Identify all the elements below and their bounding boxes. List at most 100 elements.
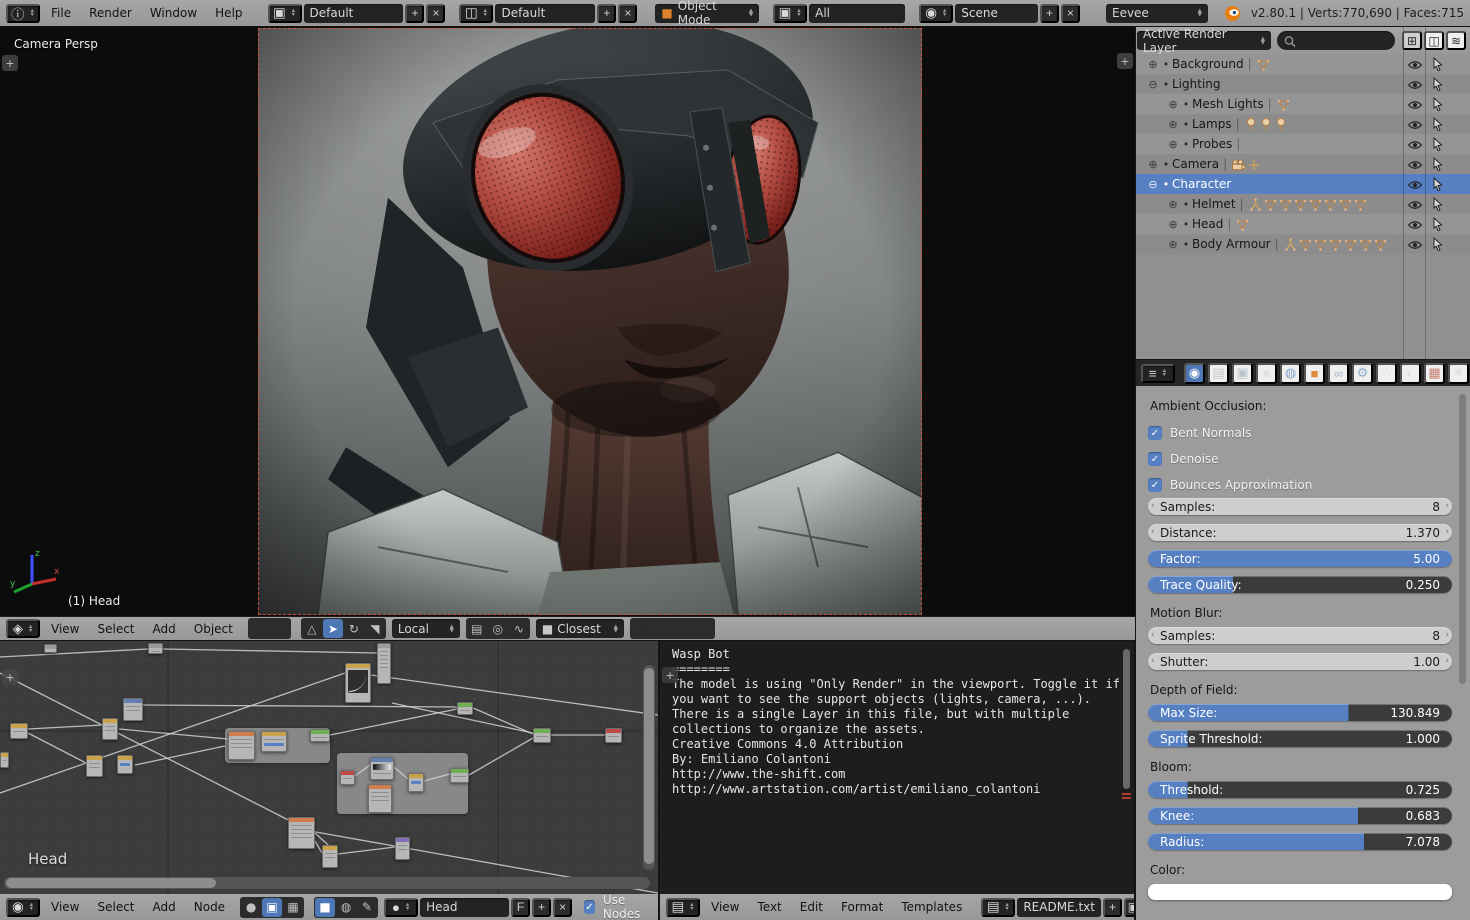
- layout-name-field[interactable]: Default: [495, 4, 595, 23]
- menu-object[interactable]: Object: [185, 620, 242, 638]
- properties-tab-output[interactable]: ▤: [1208, 363, 1229, 384]
- slider-factor[interactable]: Factor:5.00: [1148, 550, 1452, 567]
- menu-render[interactable]: Render: [80, 4, 141, 22]
- shader-node-yellow[interactable]: [261, 731, 287, 752]
- expand-toggle-icon[interactable]: ⊖: [1146, 178, 1160, 191]
- text-editor[interactable]: Wasp Bot========The model is using "Only…: [660, 641, 1134, 894]
- viewport-3d[interactable]: Camera Persp (1) Head z x y + +: [0, 27, 1135, 616]
- proportional-edit-icon[interactable]: ◎: [488, 619, 508, 638]
- increment-arrow[interactable]: ›: [1445, 656, 1449, 666]
- menu-file[interactable]: File: [42, 4, 80, 22]
- shader-node-yellow[interactable]: [10, 723, 28, 739]
- menu-add[interactable]: Add: [144, 898, 185, 916]
- text-content[interactable]: Wasp Bot========The model is using "Only…: [672, 647, 1118, 797]
- menu-select[interactable]: Select: [88, 620, 143, 638]
- checkbox[interactable]: ✓: [1148, 478, 1162, 492]
- shader-node-yellow[interactable]: [117, 755, 133, 774]
- toolbar-expand-button[interactable]: +: [2, 55, 18, 71]
- collection-label[interactable]: Background: [1172, 57, 1244, 71]
- outliner-search-field[interactable]: [1277, 31, 1395, 50]
- manipulator-axes-icon[interactable]: △: [302, 619, 322, 638]
- material-ball-icon[interactable]: ●: [241, 898, 261, 917]
- shader-node-gray[interactable]: [377, 643, 391, 684]
- image-data-icon[interactable]: ▣: [262, 898, 282, 917]
- snap-target-dropdown[interactable]: ■ Closest ▲▼: [536, 619, 624, 638]
- workspace-add-button[interactable]: +: [405, 4, 424, 23]
- properties-scrollbar[interactable]: [1459, 394, 1466, 684]
- slider-trace-quality[interactable]: Trace Quality:0.250: [1148, 576, 1452, 593]
- text-line[interactable]: you want to see the support objects (lig…: [672, 692, 1118, 707]
- slider-distance[interactable]: ‹›Distance:1.370: [1148, 524, 1452, 541]
- node-vscrollbar[interactable]: [643, 665, 655, 870]
- material-selector-button[interactable]: ●▲▼: [384, 898, 418, 917]
- menu-view[interactable]: View: [42, 898, 88, 916]
- collection-label[interactable]: Camera: [1172, 157, 1219, 171]
- scene-delete-button[interactable]: ×: [1061, 4, 1080, 23]
- menu-format[interactable]: Format: [832, 898, 892, 916]
- text-editor-selector[interactable]: ▤▲▼: [666, 898, 700, 917]
- scene-icon-button[interactable]: ◉▲▼: [919, 4, 953, 23]
- layout-delete-button[interactable]: ×: [618, 4, 637, 23]
- filter-exclude-button[interactable]: ≋: [1446, 31, 1466, 50]
- menu-view[interactable]: View: [42, 620, 88, 638]
- properties-tab-physics[interactable]: ◐: [1400, 363, 1421, 384]
- slider-samples[interactable]: ‹›Samples:8: [1148, 627, 1452, 644]
- properties-tab-constraints[interactable]: ∞: [1328, 363, 1349, 384]
- expand-toggle-icon[interactable]: ⊕: [1166, 98, 1180, 111]
- material-name-field[interactable]: Head: [420, 898, 509, 917]
- checkbox-row-bent-normals[interactable]: ✓Bent Normals: [1148, 420, 1452, 446]
- text-open-button[interactable]: ▣: [1124, 898, 1134, 917]
- shader-node-green[interactable]: [457, 702, 473, 715]
- properties-tab-world[interactable]: ◍: [1280, 363, 1301, 384]
- shader-node-red[interactable]: [340, 770, 355, 785]
- menu-text[interactable]: Text: [748, 898, 790, 916]
- slider-sprite-threshold[interactable]: Sprite Threshold:1.000: [1148, 730, 1452, 747]
- pivot-point-icon[interactable]: ◉: [249, 619, 269, 638]
- properties-tab-texture[interactable]: ▦: [1424, 363, 1445, 384]
- shader-node-green[interactable]: [533, 728, 551, 743]
- menu-add[interactable]: Add: [144, 620, 185, 638]
- increment-arrow[interactable]: ›: [1445, 527, 1449, 537]
- checkbox-row-denoise[interactable]: ✓Denoise: [1148, 446, 1452, 472]
- collection-label[interactable]: Body Armour: [1192, 237, 1271, 251]
- properties-tab-particles[interactable]: ∴: [1376, 363, 1397, 384]
- paint-brush-icon[interactable]: ✎: [631, 619, 651, 638]
- expand-toggle-icon[interactable]: ⊖: [1146, 78, 1160, 91]
- properties-tab-object[interactable]: ■: [1304, 363, 1325, 384]
- bloom-color-swatch[interactable]: [1148, 884, 1452, 900]
- text-filename-field[interactable]: README.txt: [1017, 898, 1101, 917]
- increment-arrow[interactable]: ›: [1445, 501, 1449, 511]
- use-nodes-checkbox[interactable]: ✓: [584, 900, 595, 914]
- shader-node-orange[interactable]: [288, 817, 315, 849]
- shader-node-yellow[interactable]: [345, 663, 371, 703]
- node-editor-selector[interactable]: ◉▲▼: [6, 898, 40, 917]
- menu-view[interactable]: View: [702, 898, 748, 916]
- expand-toggle-icon[interactable]: ⊕: [1166, 218, 1180, 231]
- transform-gizmo-icon[interactable]: ↔: [270, 619, 290, 638]
- checkbox[interactable]: ✓: [1148, 452, 1162, 466]
- collection-label[interactable]: Probes: [1192, 137, 1232, 151]
- viewport-editor-selector[interactable]: ◈▲▼: [6, 619, 40, 638]
- node-vscrollbar-handle[interactable]: [644, 668, 654, 864]
- text-line[interactable]: The model is using "Only Render" in the …: [672, 677, 1118, 692]
- node-hscrollbar-handle[interactable]: [6, 878, 216, 888]
- scene-name-field[interactable]: Scene: [955, 4, 1038, 23]
- expand-toggle-icon[interactable]: ⊕: [1166, 198, 1180, 211]
- shader-node-yellow[interactable]: [86, 755, 103, 777]
- properties-editor-selector[interactable]: ≡▲▼: [1141, 364, 1175, 383]
- shader-node-green[interactable]: [450, 768, 469, 783]
- increment-arrow[interactable]: ›: [1445, 630, 1449, 640]
- render-camera-icon[interactable]: ▣: [673, 619, 693, 638]
- properties-tab-effects[interactable]: ✳: [1448, 363, 1469, 384]
- text-scrollbar-handle[interactable]: [1123, 649, 1130, 789]
- shader-node-green[interactable]: [310, 729, 330, 742]
- workspace-selector-button[interactable]: ▣▲▼: [268, 4, 302, 23]
- material-add-button[interactable]: +: [532, 898, 551, 917]
- shader-node-editor[interactable]: Head +: [0, 641, 658, 894]
- decrement-arrow[interactable]: ‹: [1151, 630, 1155, 640]
- sequencer-clapper-icon[interactable]: ▬: [694, 619, 714, 638]
- orientation-dropdown[interactable]: Local ▲▼: [392, 619, 460, 638]
- snap-move-icon[interactable]: ◥: [365, 619, 385, 638]
- properties-tab-modifiers[interactable]: ⚙: [1352, 363, 1373, 384]
- shader-node-orange[interactable]: [368, 784, 392, 813]
